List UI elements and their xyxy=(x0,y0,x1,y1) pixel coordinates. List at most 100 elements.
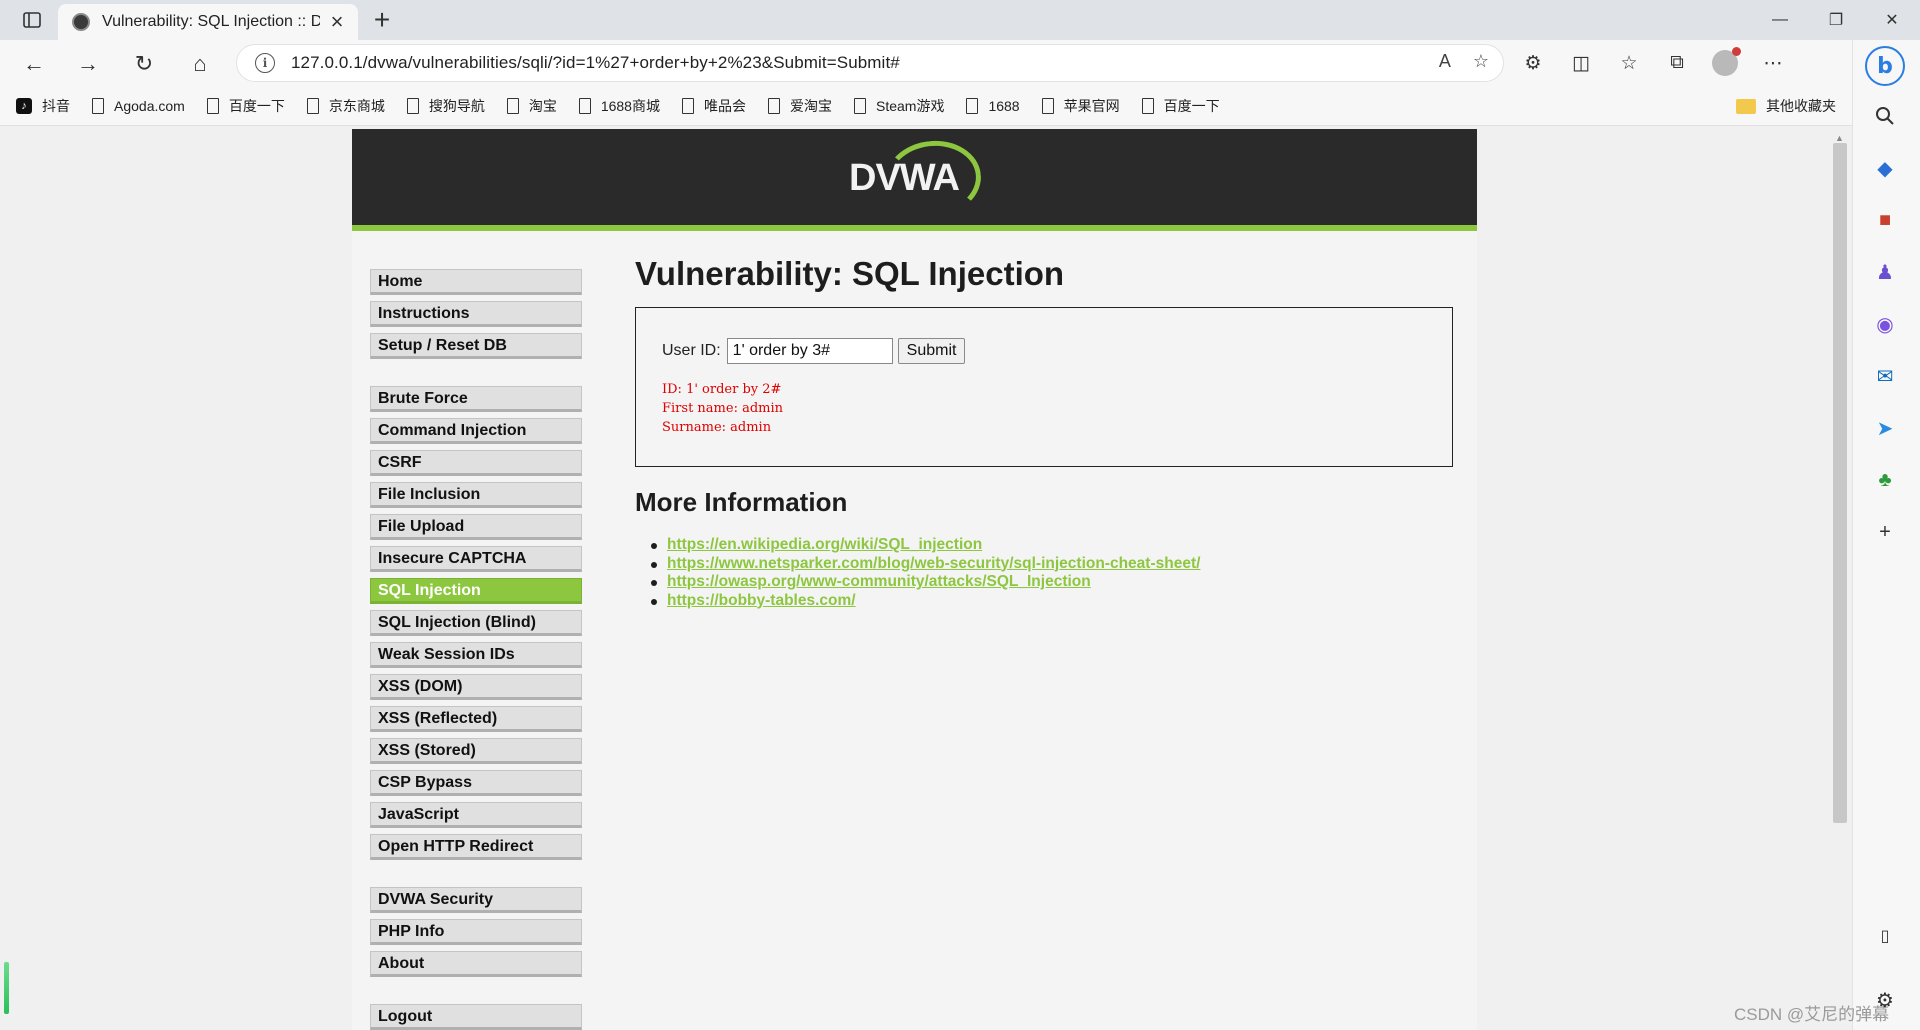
dvwa-logo: DVWA xyxy=(847,136,987,222)
bookmark-item[interactable]: Agoda.com xyxy=(92,97,185,114)
menu-item-command-injection[interactable]: Command Injection xyxy=(370,418,582,444)
menu-item-brute-force[interactable]: Brute Force xyxy=(370,386,582,412)
reference-link[interactable]: https://en.wikipedia.org/wiki/SQL_inject… xyxy=(667,536,982,553)
list-item: https://owasp.org/www-community/attacks/… xyxy=(651,573,1455,592)
bookmark-item[interactable]: ♪ 抖音 xyxy=(16,96,70,116)
more-menu-icon[interactable]: ⋯ xyxy=(1756,46,1790,80)
search-icon[interactable] xyxy=(1871,102,1899,130)
back-arrow-icon[interactable]: ← xyxy=(18,48,50,80)
favorites-icon[interactable]: ☆ xyxy=(1612,46,1646,80)
bookmarks-bar: ♪ 抖音 Agoda.com 百度一下 京东商城 搜狗导航 淘宝 1688商城 唯… xyxy=(0,86,1852,126)
menu-item-dvwa-security[interactable]: DVWA Security xyxy=(370,887,582,913)
more-information-heading: More Information xyxy=(635,487,848,517)
bookmark-item[interactable]: 唯品会 xyxy=(681,96,746,116)
vulnerable-code-area: User ID: Submit ID: 1' order by 2# First… xyxy=(635,307,1453,467)
menu-item-sql-injection-blind[interactable]: SQL Injection (Blind) xyxy=(370,610,582,636)
watermark: CSDN @艾尼的弹幕 xyxy=(1734,1005,1890,1024)
menu-item-file-inclusion[interactable]: File Inclusion xyxy=(370,482,582,508)
close-tab-icon[interactable]: × xyxy=(326,9,348,34)
bookmark-item[interactable]: 百度一下 xyxy=(206,96,285,116)
green-indicator xyxy=(4,962,9,1014)
extensions-icon[interactable]: ⚙ xyxy=(1516,46,1550,80)
settings-gear-icon[interactable]: ⚙ xyxy=(1876,988,1894,1013)
scroll-thumb[interactable] xyxy=(1833,143,1847,823)
profile-button[interactable] xyxy=(1708,46,1742,80)
menu-item-csrf[interactable]: CSRF xyxy=(370,450,582,476)
query-result: ID: 1' order by 2# First name: admin Sur… xyxy=(662,380,783,437)
toolbox-icon[interactable]: ■ xyxy=(1871,206,1899,234)
games-icon[interactable]: ♟ xyxy=(1871,258,1899,286)
menu-item-php-info[interactable]: PHP Info xyxy=(370,919,582,945)
menu-item-csp-bypass[interactable]: CSP Bypass xyxy=(370,770,582,796)
forward-arrow-icon[interactable]: → xyxy=(72,48,104,80)
url-text[interactable]: 127.0.0.1/dvwa/vulnerabilities/sqli/?id=… xyxy=(291,53,900,73)
page-icon xyxy=(92,97,104,114)
bookmark-item[interactable]: 爱淘宝 xyxy=(767,96,832,116)
reference-link[interactable]: https://owasp.org/www-community/attacks/… xyxy=(667,573,1091,590)
home-icon[interactable]: ⌂ xyxy=(184,48,216,80)
menu-item-setup-reset-db[interactable]: Setup / Reset DB xyxy=(370,333,582,359)
toolbar-actions: ⚙ ◫ ☆ ⧉ ⋯ xyxy=(1516,46,1790,80)
scroll-up-arrow-icon[interactable]: ▲ xyxy=(1835,133,1844,143)
menu-item-insecure-captcha[interactable]: Insecure CAPTCHA xyxy=(370,546,582,572)
page-scrollbar[interactable]: ▲ xyxy=(1830,127,1850,1030)
tree-icon[interactable]: ♣ xyxy=(1871,466,1899,494)
collections-icon[interactable]: ⧉ xyxy=(1660,46,1694,80)
bing-copilot-icon[interactable]: b xyxy=(1865,46,1905,86)
close-window-button[interactable]: ✕ xyxy=(1864,0,1920,40)
bookmark-item[interactable]: 搜狗导航 xyxy=(406,96,485,116)
menu-item-sql-injection[interactable]: SQL Injection xyxy=(370,578,582,604)
bookmark-item[interactable]: 苹果官网 xyxy=(1041,96,1120,116)
menu-item-xss-stored[interactable]: XSS (Stored) xyxy=(370,738,582,764)
tiktok-icon: ♪ xyxy=(16,97,32,114)
add-icon[interactable]: + xyxy=(1871,518,1899,546)
page-icon xyxy=(406,97,419,114)
bookmark-item[interactable]: Steam游戏 xyxy=(853,96,944,116)
minimize-button[interactable]: — xyxy=(1752,0,1808,40)
menu-item-xss-dom[interactable]: XSS (DOM) xyxy=(370,674,582,700)
reference-link[interactable]: https://www.netsparker.com/blog/web-secu… xyxy=(667,555,1200,572)
site-info-icon[interactable]: i xyxy=(255,53,275,73)
dvwa-favicon-icon xyxy=(72,13,90,31)
sidebar-layout-icon[interactable]: ▯ xyxy=(1871,922,1899,950)
edge-sidebar: b ◆ ■ ♟ ◉ ✉ ➤ ♣ + ▯ xyxy=(1852,40,1920,1030)
menu-item-logout[interactable]: Logout xyxy=(370,1004,582,1030)
result-surname: Surname: admin xyxy=(662,420,772,435)
menu-item-open-http-redirect[interactable]: Open HTTP Redirect xyxy=(370,834,582,860)
new-tab-button[interactable]: + xyxy=(368,4,396,35)
reference-link[interactable]: https://bobby-tables.com/ xyxy=(667,592,856,609)
refresh-icon[interactable]: ↻ xyxy=(128,48,160,80)
menu-item-javascript[interactable]: JavaScript xyxy=(370,802,582,828)
bookmark-item[interactable]: 京东商城 xyxy=(306,96,385,116)
menu-item-instructions[interactable]: Instructions xyxy=(370,301,582,327)
menu-item-about[interactable]: About xyxy=(370,951,582,977)
menu-item-weak-session-ids[interactable]: Weak Session IDs xyxy=(370,642,582,668)
split-screen-icon[interactable]: ◫ xyxy=(1564,46,1598,80)
outlook-icon[interactable]: ✉ xyxy=(1871,362,1899,390)
active-tab[interactable]: Vulnerability: SQL Injection :: Dan × xyxy=(58,4,358,40)
menu-item-xss-reflected[interactable]: XSS (Reflected) xyxy=(370,706,582,732)
other-favorites[interactable]: 其他收藏夹 xyxy=(1736,96,1836,116)
address-bar[interactable]: i 127.0.0.1/dvwa/vulnerabilities/sqli/?i… xyxy=(236,44,1504,82)
tag-icon[interactable]: ◆ xyxy=(1871,154,1899,182)
menu-item-home[interactable]: Home xyxy=(370,269,582,295)
menu-item-file-upload[interactable]: File Upload xyxy=(370,514,582,540)
user-id-input[interactable] xyxy=(726,338,893,364)
send-icon[interactable]: ➤ xyxy=(1871,414,1899,442)
maximize-button[interactable]: ❐ xyxy=(1808,0,1864,40)
office-icon[interactable]: ◉ xyxy=(1871,310,1899,338)
bookmark-item[interactable]: 淘宝 xyxy=(506,96,557,116)
result-id: ID: 1' order by 2# xyxy=(662,382,782,397)
read-aloud-icon[interactable]: A xyxy=(1439,51,1451,72)
browser-toolbar: ← → ↻ ⌂ i 127.0.0.1/dvwa/vulnerabilities… xyxy=(0,40,1920,86)
submit-button[interactable]: Submit xyxy=(897,338,966,364)
bookmark-item[interactable]: 1688 xyxy=(966,97,1020,114)
tab-title: Vulnerability: SQL Injection :: Dan xyxy=(102,13,320,30)
bookmark-item[interactable]: 1688商城 xyxy=(578,96,660,116)
tab-actions-icon[interactable] xyxy=(14,8,50,32)
page-title: Vulnerability: SQL Injection xyxy=(635,255,1065,292)
bookmark-item[interactable]: 百度一下 xyxy=(1141,96,1220,116)
page-icon xyxy=(681,97,694,114)
add-favorite-icon[interactable]: ☆ xyxy=(1473,51,1489,72)
more-information-links: https://en.wikipedia.org/wiki/SQL_inject… xyxy=(635,536,1455,610)
